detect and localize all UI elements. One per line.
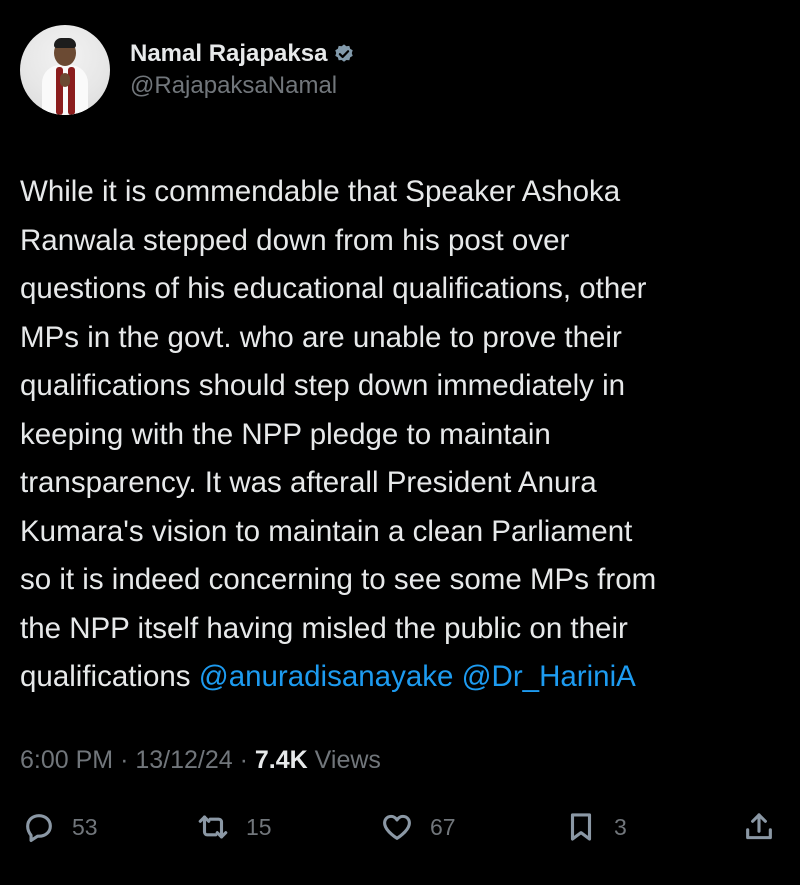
tweet-line: transparency. It was afterall President … xyxy=(20,466,597,499)
tweet-line: questions of his educational qualificati… xyxy=(20,272,647,305)
tweet-header: Namal Rajapaksa @RajapaksaNamal xyxy=(20,25,355,115)
views-count: 7.4K xyxy=(254,746,308,774)
repost-count: 15 xyxy=(246,813,272,840)
avatar[interactable] xyxy=(20,25,110,115)
tweet-line: the NPP itself having misled the public … xyxy=(20,611,628,645)
bookmark-button[interactable]: 3 xyxy=(564,810,627,844)
like-count: 67 xyxy=(430,813,456,840)
meta-separator: · xyxy=(120,746,129,774)
verified-badge-icon xyxy=(335,44,354,62)
tweet-line: qualifications should step down immediat… xyxy=(20,369,626,402)
share-button[interactable] xyxy=(742,810,776,844)
action-bar: 53 15 67 3 xyxy=(20,810,780,854)
reply-button[interactable]: 53 xyxy=(22,810,98,844)
tweet-line-last: qualifications @anuradisanayake @Dr_Hari… xyxy=(20,653,790,702)
like-button[interactable]: 67 xyxy=(380,810,456,844)
tweet-line: While it is commendable that Speaker Ash… xyxy=(20,175,621,208)
tweet-text: While it is commendable that Speaker Ash… xyxy=(20,168,790,702)
tweet-line: keeping with the NPP pledge to maintain xyxy=(20,417,551,451)
avatar-hair xyxy=(54,38,76,48)
author-names: Namal Rajapaksa @RajapaksaNamal xyxy=(130,40,355,100)
views-label: Views xyxy=(314,746,381,774)
tweet-line: so it is indeed concerning to see some M… xyxy=(20,563,657,596)
bookmark-count: 3 xyxy=(614,813,627,840)
tweet-meta: 6:00 PM · 13/12/24 · 7.4K Views xyxy=(20,746,381,775)
reply-count: 53 xyxy=(72,813,98,840)
tweet-date[interactable]: 13/12/24 xyxy=(135,746,232,774)
heart-icon xyxy=(383,814,411,840)
reply-icon xyxy=(26,814,52,843)
share-icon xyxy=(746,813,772,840)
mention-link[interactable]: @anuradisanayake xyxy=(199,660,454,693)
mention-link[interactable]: @Dr_HariniA xyxy=(462,660,636,693)
author-handle[interactable]: @RajapaksaNamal xyxy=(130,72,355,100)
tweet-line: Ranwala stepped down from his post over xyxy=(20,223,570,257)
tweet-time[interactable]: 6:00 PM xyxy=(20,746,113,774)
bookmark-icon xyxy=(570,813,592,841)
repost-icon xyxy=(198,815,228,839)
tweet-line: MPs in the govt. who are unable to prove… xyxy=(20,320,622,354)
tweet-line: Kumara's vision to maintain a clean Parl… xyxy=(20,514,633,548)
repost-button[interactable]: 15 xyxy=(196,810,272,844)
avatar-hands xyxy=(60,73,70,87)
tweet-last-text: qualifications xyxy=(20,660,191,693)
meta-separator: · xyxy=(239,746,248,774)
name-row: Namal Rajapaksa xyxy=(130,40,355,68)
author-name[interactable]: Namal Rajapaksa xyxy=(130,40,327,68)
